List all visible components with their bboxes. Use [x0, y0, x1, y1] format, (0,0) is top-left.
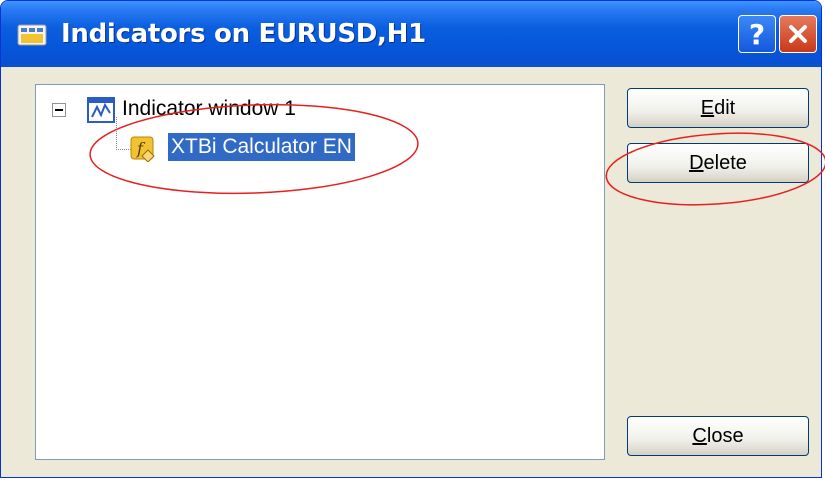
delete-button-label: elete [703, 151, 747, 174]
app-icon [17, 24, 47, 46]
chart-window-icon [87, 97, 115, 123]
dialog-body: Indicator window 1 f XTBi Calculator EN … [1, 67, 821, 477]
delete-button[interactable]: Delete [627, 143, 809, 183]
question-mark-icon: ? [748, 17, 766, 51]
collapse-toggle[interactable] [52, 103, 66, 117]
edit-button[interactable]: Edit [627, 88, 809, 128]
close-x-icon [789, 25, 807, 43]
close-button[interactable]: Close [627, 416, 809, 456]
indicators-dialog: Indicators on EURUSD,H1 ? Indicator wind… [0, 0, 822, 478]
window-title: Indicators on EURUSD,H1 [61, 19, 426, 49]
close-accelerator: C [692, 424, 707, 447]
indicator-tree[interactable]: Indicator window 1 f XTBi Calculator EN [35, 84, 605, 460]
window-close-button[interactable] [779, 15, 817, 53]
delete-accelerator: D [689, 151, 704, 174]
edit-button-label: dit [714, 96, 736, 119]
tree-node-label: XTBi Calculator EN [168, 133, 355, 161]
title-bar[interactable]: Indicators on EURUSD,H1 ? [1, 1, 821, 67]
help-button[interactable]: ? [738, 15, 776, 53]
close-button-label: lose [706, 424, 744, 447]
edit-accelerator: E [700, 96, 715, 119]
custom-indicator-fx-icon: f [130, 136, 155, 162]
